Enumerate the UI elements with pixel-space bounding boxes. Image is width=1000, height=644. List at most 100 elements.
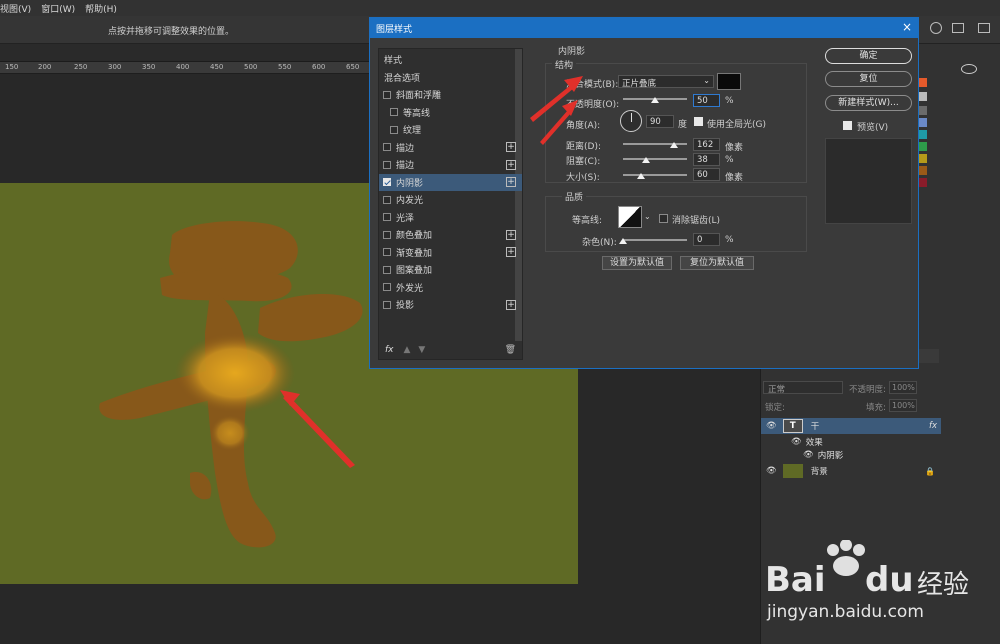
search-icon[interactable] [930, 22, 942, 34]
eye-icon[interactable]: 👁 [803, 450, 814, 460]
noise-slider-thumb[interactable] [619, 238, 627, 244]
style-list-item[interactable]: 内阴影 + [379, 173, 522, 191]
style-checkbox[interactable] [383, 248, 391, 256]
preview-checkbox[interactable] [843, 121, 852, 130]
swatch[interactable] [919, 178, 927, 187]
chevron-down-icon[interactable]: ⌄ [644, 212, 651, 221]
cloud-icon[interactable] [961, 64, 977, 74]
annotation-arrow [280, 390, 355, 468]
eye-icon[interactable]: 👁 [766, 466, 777, 476]
layer-opacity-field[interactable]: 100% [889, 381, 917, 394]
style-list-item[interactable]: 纹理 [379, 121, 522, 138]
angle-dial[interactable] [620, 110, 642, 132]
layer-effect-row[interactable]: 👁 内阴影 [761, 447, 941, 463]
style-checkbox[interactable] [390, 125, 398, 134]
distance-field[interactable]: 162 [693, 138, 720, 151]
close-icon[interactable]: × [902, 20, 912, 34]
style-checkbox[interactable] [390, 108, 398, 116]
swatch[interactable] [919, 130, 927, 139]
style-list-item[interactable]: 颜色叠加 + [379, 226, 522, 243]
style-checkbox[interactable] [383, 90, 391, 99]
swatch[interactable] [919, 106, 927, 115]
swatch[interactable] [919, 142, 927, 151]
style-checkbox[interactable] [383, 300, 391, 309]
swatch[interactable] [919, 92, 927, 101]
add-effect-icon[interactable]: + [506, 247, 516, 257]
distance-slider-thumb[interactable] [670, 142, 678, 148]
choke-slider-thumb[interactable] [642, 157, 650, 163]
fill-field[interactable]: 100% [889, 399, 917, 412]
swatch[interactable] [919, 166, 927, 175]
style-list-item[interactable]: 外发光 [379, 279, 522, 296]
noise-slider[interactable] [623, 239, 687, 241]
fx-badge[interactable]: fx [929, 421, 937, 431]
blend-mode-select[interactable]: 正常 [763, 381, 843, 395]
antialias-checkbox[interactable] [659, 214, 668, 223]
style-checkbox[interactable] [383, 265, 391, 274]
style-checkbox[interactable] [383, 178, 391, 186]
style-list-label: 颜色叠加 [396, 231, 433, 241]
angle-field[interactable]: 90 [646, 115, 674, 128]
size-slider[interactable] [623, 174, 687, 176]
style-checkbox[interactable] [383, 160, 391, 169]
size-slider-thumb[interactable] [637, 173, 645, 179]
style-checkbox[interactable] [383, 195, 391, 204]
blend-mode-select[interactable]: 正片叠底 ⌄ [618, 75, 714, 89]
style-list-item[interactable]: 描边 + [379, 139, 522, 156]
opacity-field[interactable]: 50 [693, 94, 720, 107]
size-field[interactable]: 60 [693, 168, 720, 181]
move-up-icon[interactable]: ▲ [404, 345, 411, 355]
new-style-button[interactable]: 新建样式(W)... [825, 95, 912, 111]
add-effect-icon[interactable]: + [506, 142, 516, 152]
layer-row-text[interactable]: 👁 T 干 fx [761, 418, 941, 434]
style-checkbox[interactable] [383, 143, 391, 151]
style-checkbox[interactable] [383, 230, 391, 239]
preview-label: 预览(V) [857, 123, 889, 133]
add-effect-icon[interactable]: + [506, 159, 516, 170]
trash-icon[interactable]: 🗑 [505, 345, 516, 355]
swatch[interactable] [919, 154, 927, 163]
style-list-item[interactable]: 光泽 [379, 209, 522, 226]
menu-view[interactable]: 视图(V) [0, 2, 31, 15]
choke-slider[interactable] [623, 158, 687, 160]
choke-field[interactable]: 38 [693, 153, 720, 166]
menu-window[interactable]: 窗口(W) [41, 2, 75, 15]
style-checkbox[interactable] [383, 213, 391, 221]
style-list-item[interactable]: 投影 + [379, 296, 522, 313]
style-list-item[interactable]: 等高线 [379, 104, 522, 121]
opacity-slider-thumb[interactable] [651, 97, 659, 103]
swatch[interactable] [919, 118, 927, 127]
eye-icon[interactable]: 👁 [766, 421, 777, 431]
set-default-button[interactable]: 设置为默认值 [602, 256, 672, 270]
style-list-label: 描边 [396, 143, 415, 154]
contour-picker[interactable] [618, 206, 642, 228]
style-list-item[interactable]: 内发光 [379, 191, 522, 208]
style-list-item[interactable]: 混合选项 [379, 69, 522, 86]
menu-help[interactable]: 帮助(H) [85, 2, 117, 15]
style-list-item[interactable]: 描边 + [379, 156, 522, 173]
style-list-item[interactable]: 渐变叠加 + [379, 244, 522, 261]
move-down-icon[interactable]: ▼ [418, 345, 425, 355]
shadow-color-swatch[interactable] [717, 73, 741, 90]
style-list-label: 混合选项 [384, 73, 421, 84]
style-list-item[interactable]: 样式 [379, 51, 522, 68]
add-effect-icon[interactable]: + [506, 229, 516, 240]
global-light-checkbox[interactable] [694, 117, 703, 126]
style-checkbox[interactable] [383, 283, 391, 291]
eye-icon[interactable]: 👁 [791, 437, 802, 447]
add-effect-icon[interactable]: + [506, 299, 516, 310]
style-list-item[interactable]: 斜面和浮雕 [379, 86, 522, 103]
swatch[interactable] [919, 78, 927, 87]
reset-default-button[interactable]: 复位为默认值 [680, 256, 754, 270]
ok-button[interactable]: 确定 [825, 48, 912, 64]
fx-menu-icon[interactable]: fx [385, 345, 394, 355]
workspace-icon[interactable] [952, 23, 964, 33]
ruler-label: 300 [108, 63, 122, 71]
style-list-item[interactable]: 图案叠加 [379, 261, 522, 278]
reset-button[interactable]: 复位 [825, 71, 912, 87]
layer-row-background[interactable]: 👁 背景 🔒 [761, 463, 941, 479]
add-effect-icon[interactable]: + [506, 177, 516, 187]
share-icon[interactable] [978, 23, 990, 33]
menu-bar: 视图(V) 窗口(W) 帮助(H) [0, 0, 1000, 16]
noise-field[interactable]: 0 [693, 233, 720, 246]
